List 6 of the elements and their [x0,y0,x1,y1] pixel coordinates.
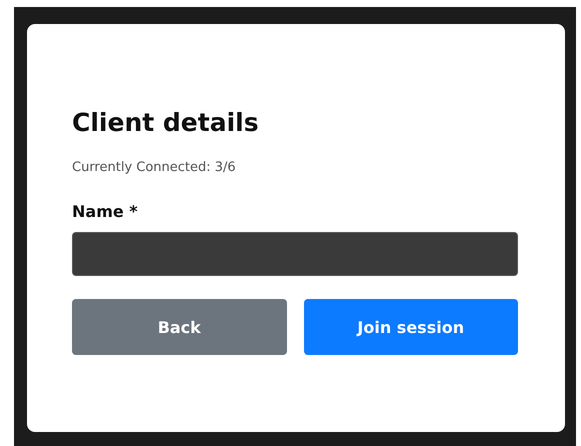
field-label: Name * [72,202,139,222]
name-input-field[interactable] [72,232,518,276]
dialog-title: Client details [72,108,260,138]
join-button[interactable]: Join session [304,299,518,355]
back-button[interactable]: Back [72,299,286,355]
connection-status: Currently Connected: 3/6 [72,160,237,176]
